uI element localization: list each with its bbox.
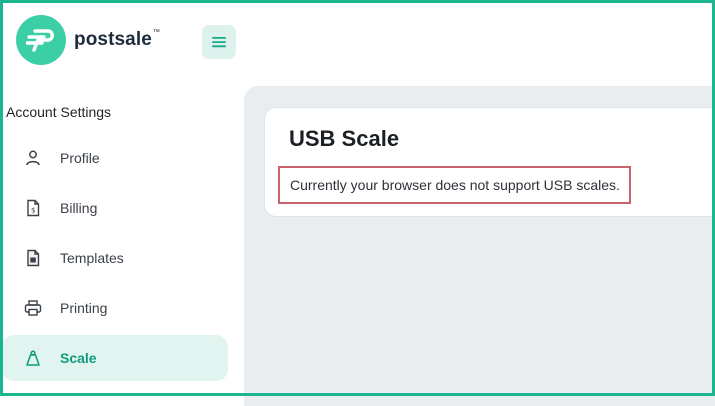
sidebar-item-label: Profile	[60, 150, 100, 166]
page-title: USB Scale	[289, 126, 400, 151]
sidebar-item-label: Billing	[60, 200, 98, 216]
printer-icon	[23, 298, 43, 318]
postsale-logo-icon	[16, 15, 66, 65]
unsupported-notice: Currently your browser does not support …	[278, 166, 631, 204]
menu-toggle-button[interactable]	[202, 25, 236, 59]
scale-icon	[23, 348, 43, 368]
sidebar-item-label: Scale	[60, 350, 97, 366]
sidebar-item-profile[interactable]: Profile	[2, 135, 228, 181]
sidebar-section-title: Account Settings	[6, 104, 112, 120]
invoice-icon: $	[23, 198, 43, 218]
sidebar-item-printing[interactable]: Printing	[2, 285, 228, 331]
postsale-logo[interactable]: postsale™	[16, 15, 160, 65]
svg-text:$: $	[31, 207, 35, 215]
sidebar-item-label: Printing	[60, 300, 108, 316]
sidebar-item-templates[interactable]: Templates	[2, 235, 228, 281]
sidebar-item-billing[interactable]: $ Billing	[2, 185, 228, 231]
brand-name: postsale™	[74, 28, 160, 50]
usb-scale-card: USB Scale Currently your browser does no…	[264, 107, 715, 217]
document-icon	[23, 248, 43, 268]
user-icon	[23, 148, 43, 168]
hamburger-icon	[212, 37, 226, 48]
sidebar-item-label: Templates	[60, 250, 124, 266]
sidebar-item-scale[interactable]: Scale	[2, 335, 228, 381]
sidebar-nav: Profile $ Billing Templates Printing Sca…	[2, 135, 228, 385]
